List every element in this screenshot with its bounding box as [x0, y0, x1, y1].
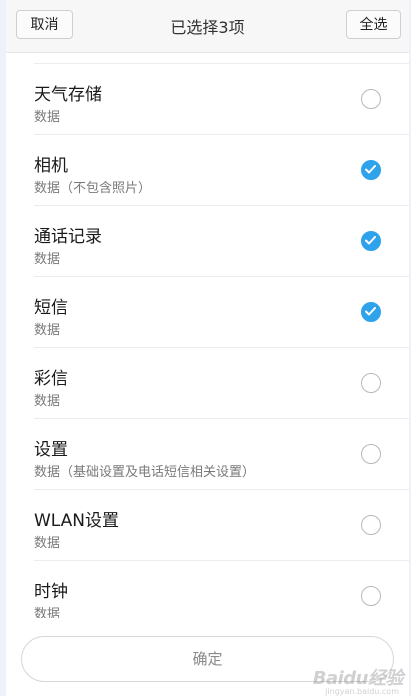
- item-subtitle: 数据: [34, 252, 61, 267]
- list-item[interactable]: 短信 数据: [6, 277, 409, 348]
- checkbox[interactable]: [361, 373, 381, 393]
- checkmark-icon: [365, 307, 376, 316]
- item-title: 相机: [34, 156, 68, 176]
- checkbox[interactable]: [361, 444, 381, 464]
- item-subtitle: 数据: [34, 323, 61, 338]
- item-subtitle: 数据（不包含照片）: [34, 181, 152, 196]
- item-title: 短信: [34, 298, 68, 318]
- item-subtitle: 数据: [34, 110, 61, 125]
- checkbox[interactable]: [361, 302, 381, 322]
- item-title: 时钟: [34, 582, 68, 602]
- item-title: WLAN设置: [34, 511, 120, 531]
- list-item[interactable]: 天气存储 数据: [6, 64, 409, 135]
- watermark-url: jingyan.baidu.com: [325, 687, 399, 696]
- select-all-button[interactable]: 全选: [346, 10, 401, 39]
- list-item[interactable]: 相机 数据（不包含照片）: [6, 135, 409, 206]
- checkbox[interactable]: [361, 586, 381, 606]
- checkmark-icon: [365, 165, 376, 174]
- item-subtitle: 数据: [34, 536, 61, 551]
- item-subtitle: 数据: [34, 394, 61, 409]
- item-subtitle: 数据（基础设置及电话短信相关设置）: [34, 465, 256, 480]
- top-bar: 取消 已选择3项 全选: [6, 0, 409, 53]
- checkbox[interactable]: [361, 231, 381, 251]
- checkmark-icon: [365, 236, 376, 245]
- data-list[interactable]: 天气 数据 天气存储 数据 相机 数据（不包含照片） 通话记录 数据 短信 数据…: [6, 20, 409, 650]
- list-item[interactable]: 彩信 数据: [6, 348, 409, 419]
- list-item[interactable]: WLAN设置 数据: [6, 490, 409, 561]
- checkbox[interactable]: [361, 160, 381, 180]
- list-item[interactable]: 通话记录 数据: [6, 206, 409, 277]
- checkbox[interactable]: [361, 515, 381, 535]
- checkbox[interactable]: [361, 89, 381, 109]
- item-title: 通话记录: [34, 227, 102, 247]
- item-title: 设置: [34, 440, 68, 460]
- bottom-bar: 确定 Baidu经验 jingyan.baidu.com: [6, 618, 409, 696]
- item-title: 彩信: [34, 369, 68, 389]
- list-item[interactable]: 设置 数据（基础设置及电话短信相关设置）: [6, 419, 409, 490]
- item-title: 天气存储: [34, 85, 102, 105]
